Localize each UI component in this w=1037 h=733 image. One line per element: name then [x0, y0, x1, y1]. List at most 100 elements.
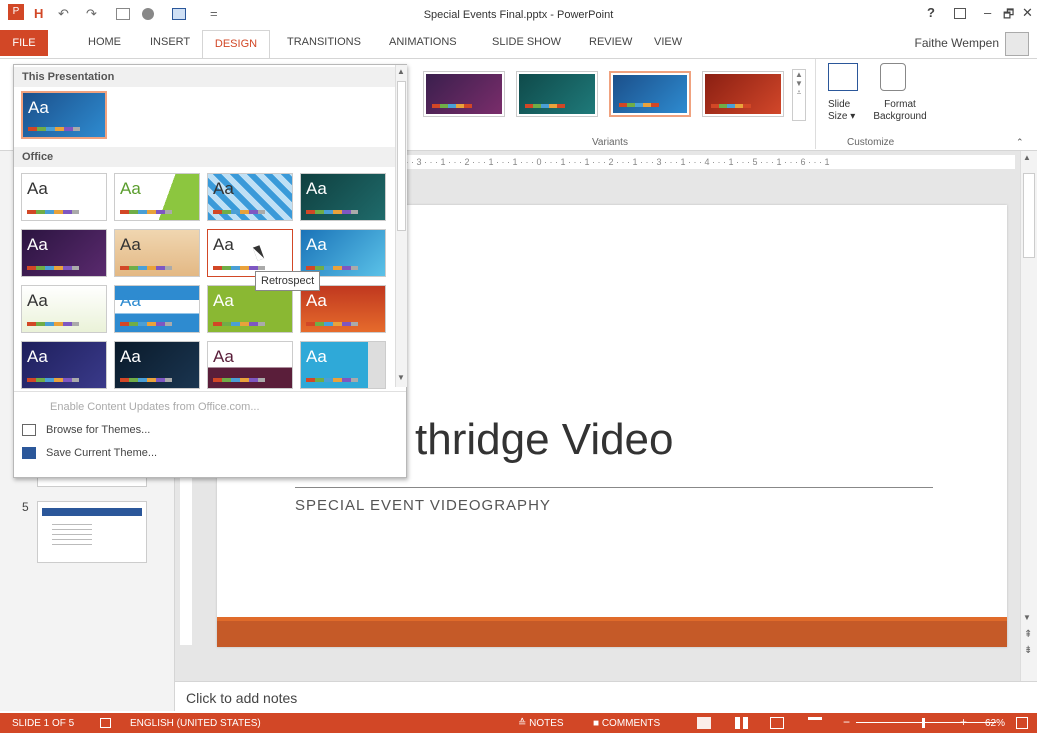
- tab-file[interactable]: FILE: [0, 30, 48, 56]
- zoom-level[interactable]: 62%: [985, 718, 1005, 729]
- zoom-slider-thumb[interactable]: [922, 718, 925, 728]
- scroll-up-icon[interactable]: ▲: [1023, 153, 1031, 162]
- slide-sorter-icon[interactable]: [735, 717, 748, 729]
- scroll-down-icon[interactable]: ▼: [1023, 613, 1031, 622]
- theme-wisp[interactable]: Aa: [21, 285, 107, 333]
- tab-view[interactable]: VIEW: [654, 36, 682, 48]
- theme-organic[interactable]: Aa: [114, 229, 200, 277]
- tab-review[interactable]: REVIEW: [589, 36, 632, 48]
- browse-themes-label: Browse for Themes...: [46, 424, 151, 436]
- zoom-in-icon[interactable]: +: [960, 715, 967, 729]
- close-button[interactable]: ✕: [1022, 5, 1033, 21]
- theme-preview-text: Aa: [306, 347, 327, 366]
- theme-preview-text: Aa: [120, 235, 141, 254]
- gallery-scroll-thumb[interactable]: [397, 81, 406, 231]
- theme-facet[interactable]: Aa: [114, 173, 200, 221]
- normal-view-icon[interactable]: [697, 717, 711, 729]
- theme-damask[interactable]: Aa: [207, 341, 293, 389]
- theme-basis[interactable]: Aa: [207, 285, 293, 333]
- paint-bucket-icon[interactable]: [880, 63, 906, 91]
- slide-subtitle[interactable]: SPECIAL EVENT VIDEOGRAPHY: [295, 497, 551, 514]
- tab-slide-show[interactable]: SLIDE SHOW: [492, 36, 561, 48]
- variant-4[interactable]: [702, 71, 784, 117]
- theme-preview-text: Aa: [27, 179, 48, 198]
- theme-preview-text: Aa: [213, 179, 234, 198]
- ribbon-display-options-icon[interactable]: [954, 8, 966, 19]
- previous-slide-icon[interactable]: ⇞: [1024, 629, 1032, 640]
- zoom-out-icon[interactable]: −: [843, 715, 850, 729]
- theme-preview-text: Aa: [306, 179, 327, 198]
- window-title: Special Events Final.pptx - PowerPoint: [423, 9, 614, 21]
- office-header: Office: [14, 147, 396, 167]
- language-indicator[interactable]: ENGLISH (UNITED STATES): [130, 718, 261, 729]
- vertical-scrollbar[interactable]: ▲ ▼ ⇞ ⇟: [1020, 151, 1037, 681]
- next-slide-icon[interactable]: ⇟: [1024, 645, 1032, 656]
- theme-preview-text: Aa: [120, 291, 141, 310]
- variant-2[interactable]: [516, 71, 598, 117]
- theme-berlin[interactable]: Aa: [300, 285, 386, 333]
- help-button[interactable]: ?: [927, 5, 935, 20]
- tab-design[interactable]: DESIGN: [202, 30, 270, 58]
- notes-button[interactable]: ≙ NOTES: [518, 718, 564, 729]
- slide-counter[interactable]: SLIDE 1 OF 5: [12, 718, 74, 729]
- variants-scroll[interactable]: ▲ ▼ ⩡: [792, 69, 806, 121]
- vertical-ruler: [180, 470, 192, 645]
- scrollbar-thumb[interactable]: [1023, 173, 1035, 258]
- slide-size-button[interactable]: Slide Size ▾: [828, 99, 855, 123]
- user-name[interactable]: Faithe Wempen: [915, 36, 1000, 50]
- variant-1[interactable]: [423, 71, 505, 117]
- gallery-scroll-up-icon[interactable]: ▲: [397, 67, 405, 76]
- theme-banded[interactable]: Aa: [114, 285, 200, 333]
- format-background-button[interactable]: Format Background: [868, 99, 932, 123]
- slide-thumbnail-5[interactable]: [37, 501, 147, 563]
- theme-retrospect[interactable]: Aa: [207, 229, 293, 277]
- avatar[interactable]: [1005, 32, 1029, 56]
- gallery-scrollbar[interactable]: ▲ ▼: [395, 65, 407, 387]
- theme-preview-text: Aa: [27, 347, 48, 366]
- notes-pane[interactable]: Click to add notes: [175, 681, 1037, 713]
- tab-insert[interactable]: INSERT: [150, 36, 190, 48]
- slide-divider-line: [295, 487, 933, 488]
- slide-show-icon[interactable]: [808, 717, 822, 728]
- thumbnail-title-bar: [42, 508, 142, 516]
- theme-circuit[interactable]: Aa: [114, 341, 200, 389]
- spell-check-icon[interactable]: [100, 718, 111, 728]
- theme-celestial[interactable]: Aa: [21, 341, 107, 389]
- theme-preview-text: Aa: [120, 347, 141, 366]
- theme-current[interactable]: Aa: [21, 91, 107, 139]
- theme-gallery-dropdown: This Presentation Aa Office Aa Aa Aa Aa …: [13, 64, 407, 478]
- reading-view-icon[interactable]: [770, 717, 784, 729]
- theme-preview-text: Aa: [213, 235, 234, 254]
- theme-ion-boardroom[interactable]: Aa: [300, 173, 386, 221]
- tab-animations[interactable]: ANIMATIONS: [389, 36, 457, 48]
- tab-home[interactable]: HOME: [88, 36, 121, 48]
- save-theme-label: Save Current Theme...: [46, 447, 158, 459]
- theme-preview-text: Aa: [120, 179, 141, 198]
- collapse-ribbon-icon[interactable]: ⌃: [1016, 137, 1024, 148]
- customize-group-label: Customize: [847, 137, 895, 148]
- slide-title[interactable]: thridge Video: [415, 415, 674, 465]
- theme-office[interactable]: Aa: [21, 173, 107, 221]
- status-bar: SLIDE 1 OF 5 ENGLISH (UNITED STATES) ≙ N…: [0, 713, 1037, 733]
- tab-transitions[interactable]: TRANSITIONS: [287, 36, 361, 48]
- theme-tooltip: Retrospect: [255, 271, 321, 291]
- fit-to-window-icon[interactable]: [1016, 717, 1028, 729]
- gallery-scroll-down-icon[interactable]: ▼: [397, 373, 405, 382]
- browse-themes-item[interactable]: Browse for Themes...: [22, 424, 151, 437]
- comments-button[interactable]: ■ COMMENTS: [593, 718, 660, 729]
- theme-preview-text: Aa: [306, 235, 327, 254]
- theme-ion[interactable]: Aa: [21, 229, 107, 277]
- theme-integral[interactable]: Aa: [207, 173, 293, 221]
- theme-slice[interactable]: Aa: [300, 229, 386, 277]
- restore-button[interactable]: 🗗: [1003, 5, 1014, 26]
- variant-3[interactable]: [609, 71, 691, 117]
- theme-depth[interactable]: Aa: [300, 341, 386, 389]
- minimize-button[interactable]: –: [984, 5, 991, 20]
- save-current-theme-item[interactable]: Save Current Theme...: [22, 447, 158, 460]
- zoom-slider[interactable]: [856, 722, 996, 723]
- menu-divider: [14, 391, 406, 392]
- ribbon-tabs: FILE HOME INSERT DESIGN TRANSITIONS ANIM…: [0, 30, 1037, 58]
- slide-size-icon[interactable]: [828, 63, 858, 91]
- theme-preview-text: Aa: [28, 98, 49, 117]
- enable-content-updates-item: Enable Content Updates from Office.com..…: [50, 401, 260, 413]
